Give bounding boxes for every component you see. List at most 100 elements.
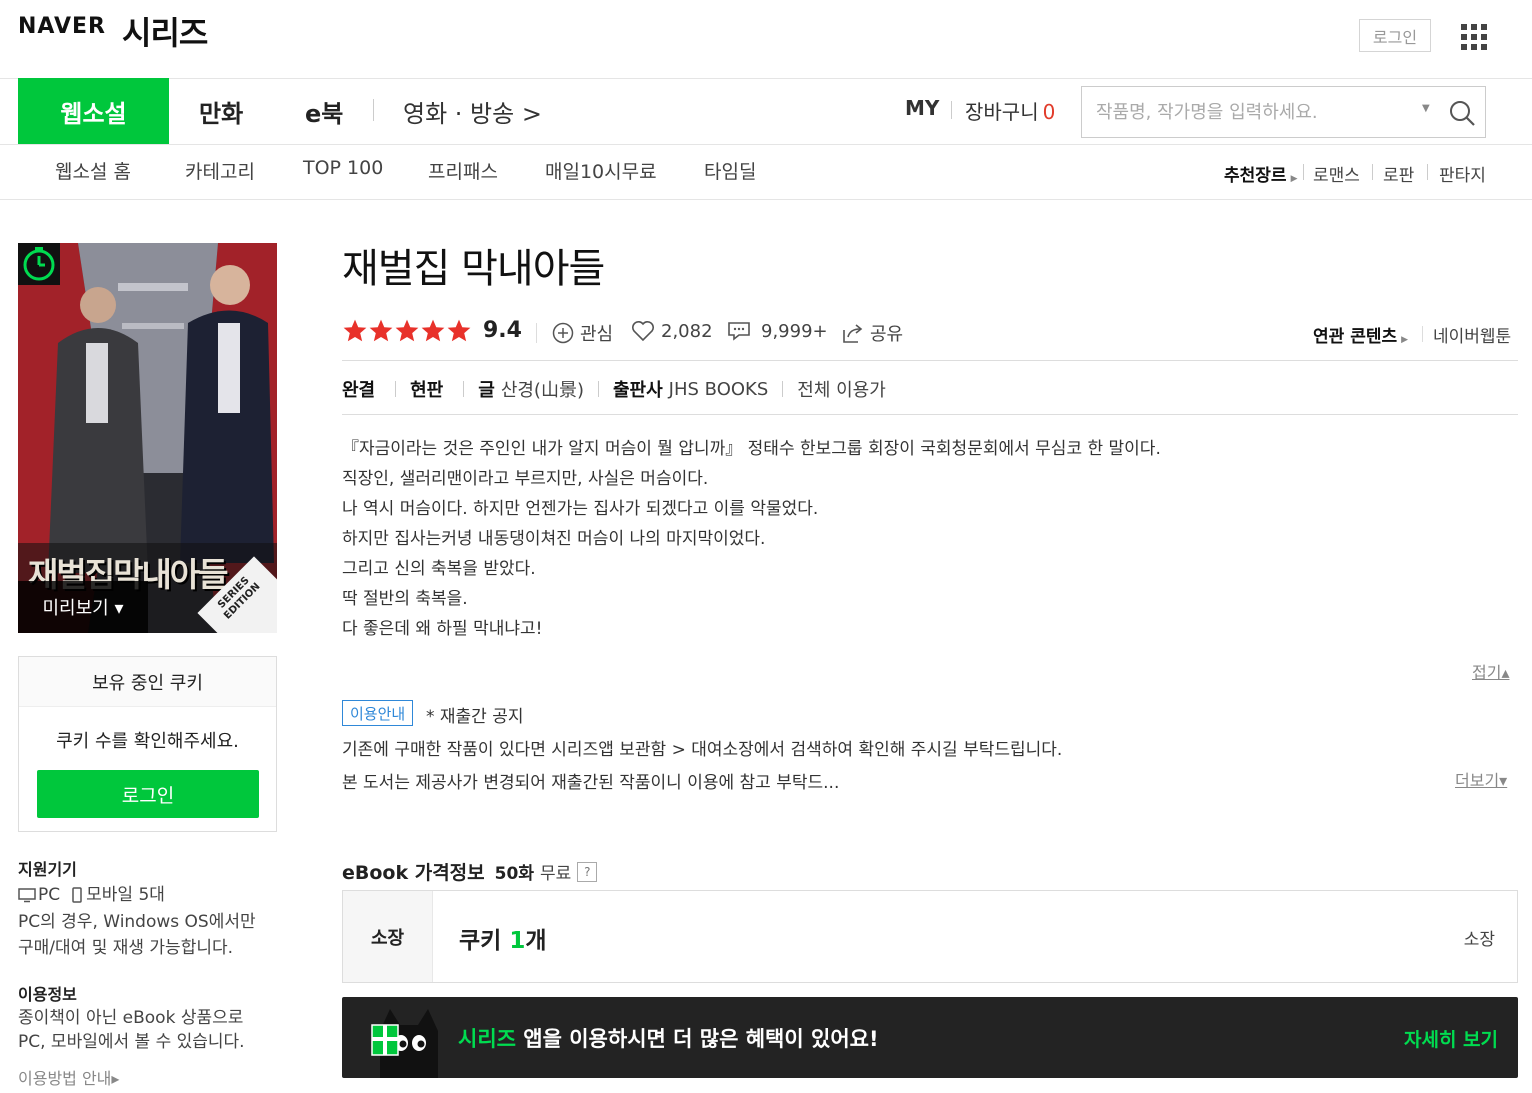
cookie-login-button[interactable]: 로그인: [37, 770, 259, 818]
usage-note-1: 종이책이 아닌 eBook 상품으로: [18, 1008, 244, 1028]
info-separator: [395, 381, 397, 397]
search-icon[interactable]: [1448, 99, 1476, 127]
comment-icon: [728, 322, 750, 341]
help-icon[interactable]: ?: [577, 861, 598, 882]
timer-icon: [18, 243, 60, 285]
device-pc: PC: [38, 885, 61, 905]
own-button[interactable]: 소장: [1464, 925, 1495, 950]
free-label: 무료: [539, 864, 572, 884]
series-logo[interactable]: 시리즈: [122, 8, 208, 54]
synopsis-line: 『자금이라는 것은 주인인 내가 알지 머슴이 뭘 압니까』 정태수 한보그룹 …: [342, 439, 1161, 459]
app-banner[interactable]: 시리즈 앱을 이용하시면 더 많은 혜택이 있어요! 자세히 보기: [342, 997, 1518, 1078]
usage-guide-link[interactable]: 이용방법 안내▸: [18, 1065, 119, 1089]
price-row-label: 소장: [343, 891, 433, 982]
cookie-price: 쿠키 1개: [459, 921, 547, 955]
notice-title: * 재출간 공지: [426, 707, 524, 727]
plus-circle-icon: [552, 322, 574, 344]
related-naver-webtoon-link[interactable]: 네이버웹툰: [1433, 322, 1511, 347]
meta-divider: [342, 360, 1518, 361]
subnav-top100[interactable]: TOP 100: [303, 157, 383, 179]
subnav-divider: [0, 199, 1532, 200]
subnav-daily-free[interactable]: 매일10시무료: [545, 157, 657, 184]
naver-logo[interactable]: NAVER: [18, 14, 106, 39]
info-separator: [597, 381, 599, 397]
recommended-genre-label: 추천장르 ▶: [1224, 166, 1298, 186]
cookie-box: 보유 중인 쿠키 쿠키 수를 확인해주세요. 로그인: [18, 656, 277, 832]
search-scope-caret-icon[interactable]: ▼: [1422, 103, 1430, 114]
genre-separator: [1303, 164, 1304, 180]
synopsis-line: 직장인, 샐러리맨이라고 부르지만, 사실은 머슴이다.: [342, 469, 709, 489]
cart-label: 장바구니: [965, 100, 1039, 124]
tab-comics[interactable]: 만화: [199, 78, 243, 144]
rating-stars: [342, 318, 472, 344]
device-list: PC 모바일 5대: [18, 882, 165, 908]
synopsis-line: 다 좋은데 왜 하필 막내냐고!: [342, 619, 543, 639]
cookie-box-message: 쿠키 수를 확인해주세요.: [56, 731, 239, 752]
cookie-prefix: 쿠키: [459, 928, 502, 954]
cart-link[interactable]: 장바구니 0: [965, 96, 1055, 125]
author-name[interactable]: 산경(山景): [501, 376, 584, 402]
cart-separator: [951, 101, 952, 119]
subnav-webnovel-home[interactable]: 웹소설 홈: [55, 157, 131, 184]
nav-separator: [373, 99, 374, 121]
comments-button[interactable]: 9,999+: [727, 320, 828, 342]
star-icon: [343, 319, 367, 342]
genre-romance[interactable]: 로맨스: [1313, 161, 1360, 186]
rating-score: 9.4: [483, 318, 522, 343]
device-title: 지원기기: [18, 860, 77, 879]
app-banner-brand: 시리즈: [458, 1027, 516, 1051]
cookie-number: 1: [509, 928, 526, 954]
status-text: 완결: [342, 380, 376, 401]
like-count: 2,082: [661, 320, 713, 342]
search-box: ▼: [1081, 86, 1486, 138]
nav-divider: [0, 144, 1532, 145]
share-icon: [843, 324, 863, 343]
interest-button[interactable]: 관심: [552, 320, 613, 346]
my-link[interactable]: MY: [905, 96, 939, 120]
related-content-label: 연관 콘텐츠 ▶: [1313, 327, 1409, 347]
notice-line-1: 기존에 구매한 작품이 있다면 시리즈앱 보관함 > 대여소장에서 검색하여 확…: [342, 740, 1063, 760]
episode-count: 50화: [494, 864, 534, 884]
apps-grid-icon[interactable]: [1461, 24, 1487, 50]
caret-right-icon: ▶: [1401, 335, 1409, 345]
subnav-freepass[interactable]: 프리패스: [428, 157, 498, 184]
price-title: eBook 가격정보: [342, 862, 485, 884]
notice-badge: 이용안내: [342, 700, 414, 726]
price-row[interactable]: 소장 쿠키 1개 소장: [342, 890, 1518, 983]
synopsis-line: 딱 절반의 축복을.: [342, 589, 468, 609]
cart-count: 0: [1042, 100, 1056, 124]
device-mobile: 모바일 5대: [86, 885, 165, 905]
star-icon: [447, 319, 471, 342]
usage-title: 이용정보: [18, 985, 77, 1004]
device-note-1: PC의 경우, Windows OS에서만: [18, 912, 256, 932]
monitor-icon: [18, 888, 36, 903]
share-button[interactable]: 공유: [842, 320, 903, 346]
synopsis-line: 하지만 집사는커녕 내동댕이쳐진 머슴이 나의 마지막이었다.: [342, 529, 766, 549]
cookie-box-header: 보유 중인 쿠키: [19, 657, 276, 707]
genre-fantasy[interactable]: 판타지: [1439, 161, 1486, 186]
top-login-button[interactable]: 로그인: [1359, 19, 1431, 52]
more-notice-link[interactable]: 더보기▾: [1455, 767, 1507, 791]
tab-webnovel[interactable]: 웹소설: [18, 78, 169, 144]
subnav-category[interactable]: 카테고리: [185, 157, 255, 184]
genre-romance-fantasy[interactable]: 로판: [1383, 161, 1414, 186]
comment-count: 9,999+: [761, 320, 828, 342]
tab-movie-broadcast[interactable]: 영화 · 방송 >: [403, 78, 542, 144]
like-button[interactable]: 2,082: [631, 320, 713, 342]
mobile-icon: [72, 887, 82, 903]
price-header: eBook 가격정보 50화 무료 ?: [342, 858, 598, 885]
device-note-2: 구매/대여 및 재생 가능합니다.: [18, 938, 234, 958]
genre-separator: [1372, 164, 1373, 180]
meta-separator: [1422, 326, 1423, 342]
fold-synopsis-link[interactable]: 접기▴: [1472, 659, 1509, 683]
preview-button[interactable]: 미리보기 ▾: [18, 581, 148, 633]
synopsis-line: 나 역시 머슴이다. 하지만 언젠가는 집사가 되겠다고 이를 악물었다.: [342, 499, 819, 519]
app-banner-more-link[interactable]: 자세히 보기: [1404, 1025, 1498, 1052]
usage-note-2: PC, 모바일에서 볼 수 있습니다.: [18, 1032, 245, 1052]
search-input[interactable]: [1096, 99, 1416, 125]
interest-label: 관심: [580, 324, 614, 345]
subnav-timedeal[interactable]: 타임딜: [704, 157, 756, 184]
book-cover[interactable]: 재벌집막내아들 SERIES EDITION 미리보기 ▾: [18, 243, 277, 633]
publisher-name[interactable]: JHS BOOKS: [669, 379, 769, 400]
tab-ebook[interactable]: e북: [305, 78, 343, 144]
